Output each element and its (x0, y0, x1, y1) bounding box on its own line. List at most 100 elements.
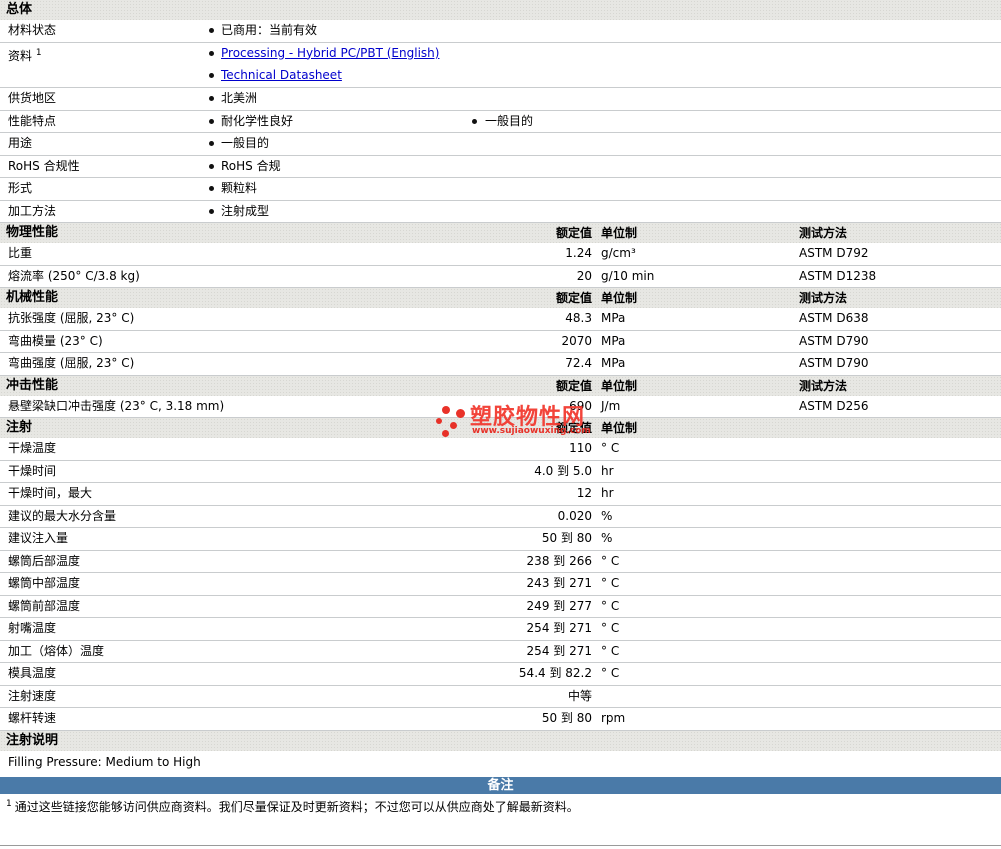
row-value: 已商用：当前有效 (221, 23, 318, 37)
section-header-impact: 冲击性能 额定值 单位制 测试方法 (0, 375, 1001, 396)
column-header-unit: 单位制 (601, 378, 638, 393)
column-header-test: 测试方法 (799, 226, 848, 240)
rated-value: 54.4 到 82.2 (518, 666, 592, 680)
section-title: 总体 (6, 2, 33, 17)
column-header-unit: 单位制 (601, 226, 638, 240)
row-features: 性能特点 耐化学性良好 一般目的 (0, 111, 1001, 133)
row-label: RoHS 合规性 (8, 158, 80, 173)
row-material-status: 材料状态 已商用：当前有效 (0, 20, 1001, 43)
row-suggested-shot-size: 建议注入量 50 到 80 % (0, 528, 1001, 551)
bullet-icon (209, 141, 214, 146)
row-processing-method: 加工方法 注射成型 (0, 201, 1001, 223)
unit: % (601, 531, 613, 545)
section-header-physical: 物理性能 额定值 单位制 测试方法 (0, 223, 1001, 243)
row-label: 螺筒中部温度 (8, 576, 81, 590)
unit: g/10 min (601, 268, 655, 283)
section-title: 冲击性能 (6, 377, 59, 393)
row-label: 悬壁梁缺口冲击强度 (23° C, 3.18 mm) (8, 398, 225, 413)
document-link-datasheet[interactable]: Technical Datasheet (221, 65, 342, 87)
section-header-injection: 注射 额定值 单位制 (0, 418, 1001, 438)
row-label: 资料 1 (8, 43, 42, 68)
row-label: 建议注入量 (8, 531, 69, 545)
bullet-icon (209, 208, 214, 214)
test-method: ASTM D790 (799, 333, 869, 348)
unit: MPa (601, 333, 626, 348)
bullet-icon (209, 96, 214, 101)
rated-value: 50 到 80 (541, 711, 592, 725)
rated-value: 110 (569, 441, 592, 455)
row-uses: 用途 一般目的 (0, 133, 1001, 156)
rated-value: 238 到 266 (526, 553, 592, 568)
unit: ° C (601, 666, 620, 680)
column-header-test: 测试方法 (799, 378, 848, 393)
section-title: 注射说明 (6, 732, 59, 748)
rated-value: 254 到 271 (526, 643, 592, 658)
column-header-rated: 额定值 (555, 421, 592, 435)
unit: hr (601, 463, 614, 478)
document-link-processing[interactable]: Processing - Hybrid PC/PBT (English) (221, 43, 439, 65)
rated-value: 243 到 271 (526, 576, 592, 590)
row-value: 一般目的 (221, 136, 270, 150)
row-middle-barrel-temp: 螺筒中部温度 243 到 271 ° C (0, 573, 1001, 596)
test-method: ASTM D1238 (799, 268, 877, 283)
row-max-moisture: 建议的最大水分含量 0.020 % (0, 506, 1001, 528)
row-label: 比重 (8, 246, 33, 260)
row-tensile-strength: 抗张强度 (屈服, 23° C) 48.3 MPa ASTM D638 (0, 308, 1001, 331)
bullet-icon (472, 118, 477, 124)
bullet-icon (209, 163, 214, 169)
row-label: 注射速度 (8, 688, 57, 703)
section-title: 机械性能 (6, 290, 59, 305)
bottom-divider (0, 845, 1001, 846)
rated-value: 254 到 271 (526, 621, 592, 635)
injection-notes-text: Filling Pressure: Medium to High (8, 754, 201, 769)
row-label: 模具温度 (8, 666, 57, 680)
row-label: 加工方法 (8, 203, 57, 218)
footnote-text: 通过这些链接您能够访问供应商资料。我们尽量保证及时更新资料；不过您可以从供应商处… (14, 799, 579, 814)
row-melt-temp: 加工（熔体）温度 254 到 271 ° C (0, 641, 1001, 663)
test-method: ASTM D790 (799, 356, 869, 370)
row-mold-temp: 模具温度 54.4 到 82.2 ° C (0, 663, 1001, 686)
row-label: 性能特点 (8, 113, 57, 128)
row-specific-gravity: 比重 1.24 g/cm³ ASTM D792 (0, 243, 1001, 266)
row-label: 射嘴温度 (8, 621, 57, 635)
unit: ° C (601, 643, 620, 658)
section-header-injection-notes: 注射说明 (0, 730, 1001, 751)
rated-value: 4.0 到 5.0 (534, 463, 592, 478)
row-value: 北美洲 (221, 91, 258, 105)
row-value: RoHS 合规 (221, 158, 281, 173)
test-method: ASTM D256 (799, 398, 869, 413)
row-label: 形式 (8, 181, 33, 195)
rated-value: 72.4 (565, 356, 592, 370)
label-text: 资料 (8, 48, 33, 63)
footnote-marker: 1 (6, 798, 12, 809)
row-nozzle-temp: 射嘴温度 254 到 271 ° C (0, 618, 1001, 641)
row-label: 熔流率 (250° C/3.8 kg) (8, 268, 140, 283)
footnote-marker: 1 (35, 47, 42, 58)
unit: % (601, 508, 613, 523)
rated-value: 690 (569, 398, 592, 413)
rated-value: 48.3 (565, 311, 592, 325)
row-value: 颗粒料 (221, 181, 258, 195)
row-value-2: 一般目的 (485, 113, 534, 128)
row-label: 螺杆转速 (8, 711, 57, 725)
column-header-rated: 额定值 (555, 378, 592, 393)
row-front-barrel-temp: 螺筒前部温度 249 到 277 ° C (0, 596, 1001, 618)
row-label: 干燥时间，最大 (8, 486, 93, 500)
rated-value: 1.24 (565, 246, 592, 260)
section-title: 注射 (6, 420, 33, 435)
unit: ° C (601, 576, 620, 590)
bullet-icon (209, 186, 214, 191)
row-label: 建议的最大水分含量 (8, 508, 117, 523)
column-header-rated: 额定值 (555, 226, 592, 240)
unit: hr (601, 486, 614, 500)
row-value: 注射成型 (221, 203, 270, 218)
row-drying-time: 干燥时间 4.0 到 5.0 hr (0, 461, 1001, 483)
row-label: 供货地区 (8, 91, 57, 105)
rated-value: 50 到 80 (541, 531, 592, 545)
row-rear-barrel-temp: 螺筒后部温度 238 到 266 ° C (0, 551, 1001, 573)
section-header-general: 总体 (0, 0, 1001, 20)
bullet-icon (209, 72, 214, 78)
row-izod-impact: 悬壁梁缺口冲击强度 (23° C, 3.18 mm) 690 J/m ASTM … (0, 396, 1001, 418)
bullet-icon (209, 118, 214, 124)
rated-value: 中等 (567, 688, 592, 703)
